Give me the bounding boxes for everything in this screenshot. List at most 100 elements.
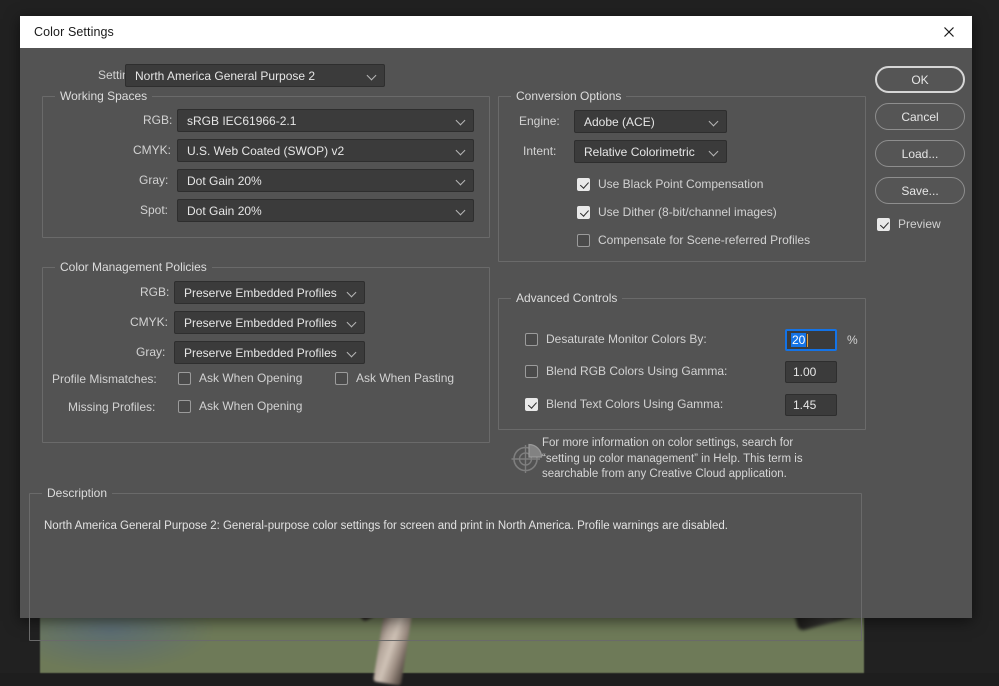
help-line-1: For more information on color settings, … <box>542 436 803 452</box>
description-text: North America General Purpose 2: General… <box>44 520 847 532</box>
chevron-down-icon <box>457 206 466 215</box>
compensate-scene-referred-checkbox[interactable]: Compensate for Scene-referred Profiles <box>577 233 810 247</box>
working-spaces-group: Working Spaces RGB: sRGB IEC61966-2.1 CM… <box>42 96 490 238</box>
policies-rgb-dropdown[interactable]: Preserve Embedded Profiles <box>174 281 365 304</box>
blend-text-gamma-input[interactable]: 1.45 <box>785 394 837 416</box>
help-info: For more information on color settings, … <box>498 436 866 494</box>
color-management-policies-group: Color Management Policies RGB: Preserve … <box>42 267 490 443</box>
compensate-scene-referred-label: Compensate for Scene-referred Profiles <box>598 233 810 247</box>
blend-text-gamma-value: 1.45 <box>793 398 816 412</box>
working-spaces-cmyk-label: CMYK: <box>133 143 171 157</box>
policies-cmyk-value: Preserve Embedded Profiles <box>184 316 342 330</box>
chevron-down-icon <box>348 318 357 327</box>
checkbox-indicator <box>577 206 590 219</box>
load-button[interactable]: Load... <box>875 140 965 167</box>
policies-rgb-label: RGB: <box>140 285 169 299</box>
use-dither-checkbox[interactable]: Use Dither (8-bit/channel images) <box>577 205 777 219</box>
working-spaces-rgb-value: sRGB IEC61966-2.1 <box>187 114 451 128</box>
profile-mismatches-ask-pasting-checkbox[interactable]: Ask When Pasting <box>335 371 454 385</box>
conversion-options-group: Conversion Options Engine: Adobe (ACE) I… <box>498 96 866 262</box>
chevron-down-icon <box>348 288 357 297</box>
help-line-2: “setting up color management” in Help. T… <box>542 452 803 468</box>
working-spaces-legend: Working Spaces <box>55 89 152 103</box>
working-spaces-spot-dropdown[interactable]: Dot Gain 20% <box>177 199 474 222</box>
blend-text-gamma-checkbox[interactable]: Blend Text Colors Using Gamma: <box>525 397 723 411</box>
color-settings-dialog: Color Settings Settings: North America G… <box>20 16 972 618</box>
blend-rgb-gamma-input[interactable]: 1.00 <box>785 361 837 383</box>
working-spaces-spot-label: Spot: <box>140 203 168 217</box>
working-spaces-spot-value: Dot Gain 20% <box>187 204 451 218</box>
checkbox-indicator <box>178 400 191 413</box>
checkbox-indicator <box>877 218 890 231</box>
desaturate-unit-label: % <box>847 333 858 347</box>
text-caret <box>807 334 808 347</box>
help-text: For more information on color settings, … <box>542 436 803 483</box>
checkbox-indicator <box>525 398 538 411</box>
intent-dropdown[interactable]: Relative Colorimetric <box>574 140 727 163</box>
dialog-title: Color Settings <box>34 25 114 39</box>
description-group: Description North America General Purpos… <box>29 493 862 641</box>
checkbox-indicator <box>335 372 348 385</box>
profile-mismatches-ask-opening-checkbox[interactable]: Ask When Opening <box>178 371 302 385</box>
policies-gray-label: Gray: <box>136 345 165 359</box>
profile-mismatches-ask-opening-label: Ask When Opening <box>199 371 302 385</box>
chevron-down-icon <box>710 147 719 156</box>
blend-rgb-gamma-label: Blend RGB Colors Using Gamma: <box>546 364 727 378</box>
working-spaces-rgb-label: RGB: <box>143 113 172 127</box>
checkbox-indicator <box>525 365 538 378</box>
chevron-down-icon <box>457 176 466 185</box>
preview-label: Preview <box>898 217 941 231</box>
ok-button-label: OK <box>911 73 928 87</box>
color-wheel-icon <box>498 436 542 479</box>
working-spaces-gray-label: Gray: <box>139 173 168 187</box>
close-icon[interactable] <box>926 16 972 48</box>
working-spaces-rgb-dropdown[interactable]: sRGB IEC61966-2.1 <box>177 109 474 132</box>
use-dither-label: Use Dither (8-bit/channel images) <box>598 205 777 219</box>
policies-cmyk-dropdown[interactable]: Preserve Embedded Profiles <box>174 311 365 334</box>
use-black-point-compensation-checkbox[interactable]: Use Black Point Compensation <box>577 177 763 191</box>
profile-mismatches-label: Profile Mismatches: <box>52 372 157 386</box>
profile-mismatches-ask-pasting-label: Ask When Pasting <box>356 371 454 385</box>
desaturate-monitor-colors-checkbox[interactable]: Desaturate Monitor Colors By: <box>525 332 707 346</box>
working-spaces-gray-dropdown[interactable]: Dot Gain 20% <box>177 169 474 192</box>
dialog-titlebar: Color Settings <box>20 16 972 48</box>
blend-text-gamma-label: Blend Text Colors Using Gamma: <box>546 397 723 411</box>
chevron-down-icon <box>710 117 719 126</box>
working-spaces-cmyk-dropdown[interactable]: U.S. Web Coated (SWOP) v2 <box>177 139 474 162</box>
ok-button[interactable]: OK <box>875 66 965 93</box>
conversion-options-legend: Conversion Options <box>511 89 626 103</box>
checkbox-indicator <box>577 178 590 191</box>
missing-profiles-ask-opening-label: Ask When Opening <box>199 399 302 413</box>
cancel-button-label: Cancel <box>901 110 938 124</box>
chevron-down-icon <box>457 116 466 125</box>
color-management-policies-legend: Color Management Policies <box>55 260 212 274</box>
blend-rgb-gamma-checkbox[interactable]: Blend RGB Colors Using Gamma: <box>525 364 727 378</box>
use-black-point-compensation-label: Use Black Point Compensation <box>598 177 763 191</box>
desaturate-amount-input[interactable]: 20 <box>785 329 837 351</box>
cancel-button[interactable]: Cancel <box>875 103 965 130</box>
settings-dropdown[interactable]: North America General Purpose 2 <box>125 64 385 87</box>
working-spaces-cmyk-value: U.S. Web Coated (SWOP) v2 <box>187 144 451 158</box>
blend-rgb-gamma-value: 1.00 <box>793 365 816 379</box>
engine-label: Engine: <box>519 114 560 128</box>
dialog-body: Settings: North America General Purpose … <box>20 48 972 618</box>
description-legend: Description <box>42 486 112 500</box>
chevron-down-icon <box>368 71 377 80</box>
checkbox-indicator <box>525 333 538 346</box>
engine-dropdown[interactable]: Adobe (ACE) <box>574 110 727 133</box>
intent-value: Relative Colorimetric <box>584 145 704 159</box>
save-button[interactable]: Save... <box>875 177 965 204</box>
settings-dropdown-value: North America General Purpose 2 <box>135 69 362 83</box>
preview-checkbox[interactable]: Preview <box>877 217 941 231</box>
checkbox-indicator <box>178 372 191 385</box>
load-button-label: Load... <box>902 147 939 161</box>
policies-gray-dropdown[interactable]: Preserve Embedded Profiles <box>174 341 365 364</box>
missing-profiles-label: Missing Profiles: <box>68 400 155 414</box>
missing-profiles-ask-opening-checkbox[interactable]: Ask When Opening <box>178 399 302 413</box>
intent-label: Intent: <box>523 144 556 158</box>
desaturate-amount-value: 20 <box>791 333 806 347</box>
working-spaces-gray-value: Dot Gain 20% <box>187 174 451 188</box>
policies-rgb-value: Preserve Embedded Profiles <box>184 286 342 300</box>
chevron-down-icon <box>457 146 466 155</box>
advanced-controls-group: Advanced Controls Desaturate Monitor Col… <box>498 298 866 430</box>
